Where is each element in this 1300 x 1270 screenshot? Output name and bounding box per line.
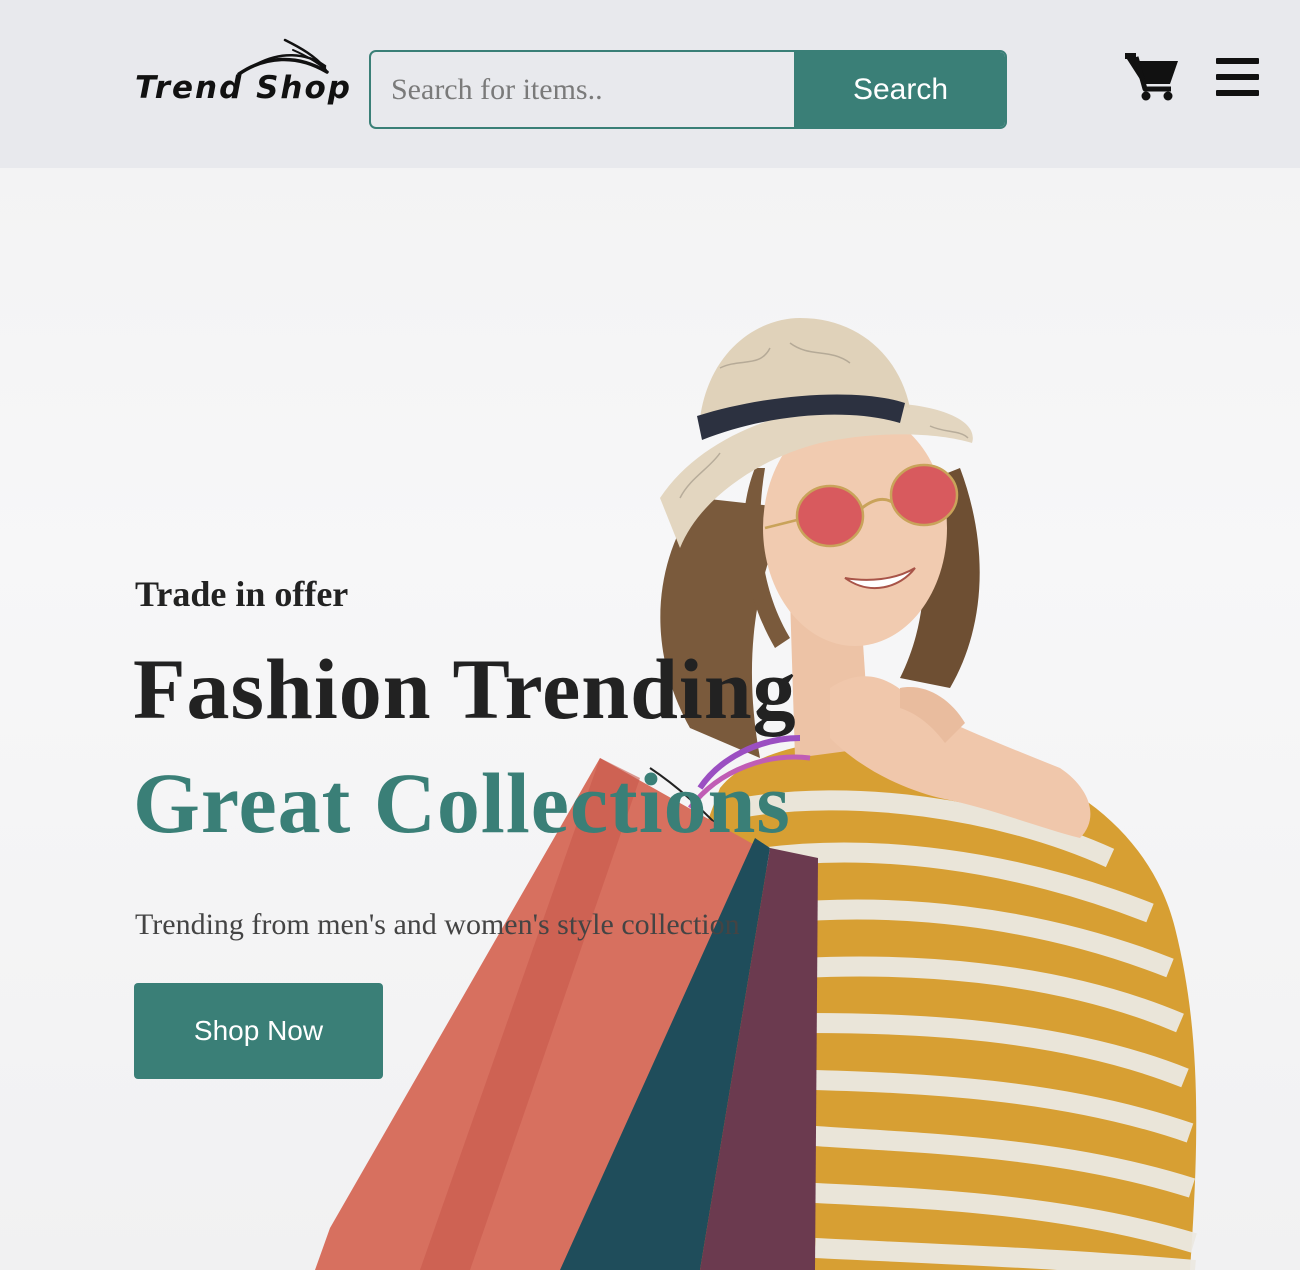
hero-title: Fashion Trending — [133, 641, 797, 737]
search-button[interactable]: Search — [794, 52, 1005, 127]
cart-icon[interactable] — [1124, 51, 1180, 101]
search-bar: Search — [369, 50, 1007, 129]
hero-tagline: Trade in offer — [135, 574, 349, 614]
site-header: Trend Shop Search — [0, 0, 1300, 168]
hero-description: Trending from men's and women's style co… — [135, 908, 740, 941]
search-input[interactable] — [371, 52, 794, 127]
hero-subtitle: Great Collections — [133, 755, 791, 851]
menu-icon[interactable] — [1216, 58, 1259, 96]
hero-section: Trade in offer Fashion Trending Great Co… — [0, 168, 1300, 1270]
shop-now-button[interactable]: Shop Now — [134, 983, 383, 1079]
logo-text: Trend Shop — [135, 70, 352, 106]
logo[interactable]: Trend Shop — [135, 34, 350, 114]
